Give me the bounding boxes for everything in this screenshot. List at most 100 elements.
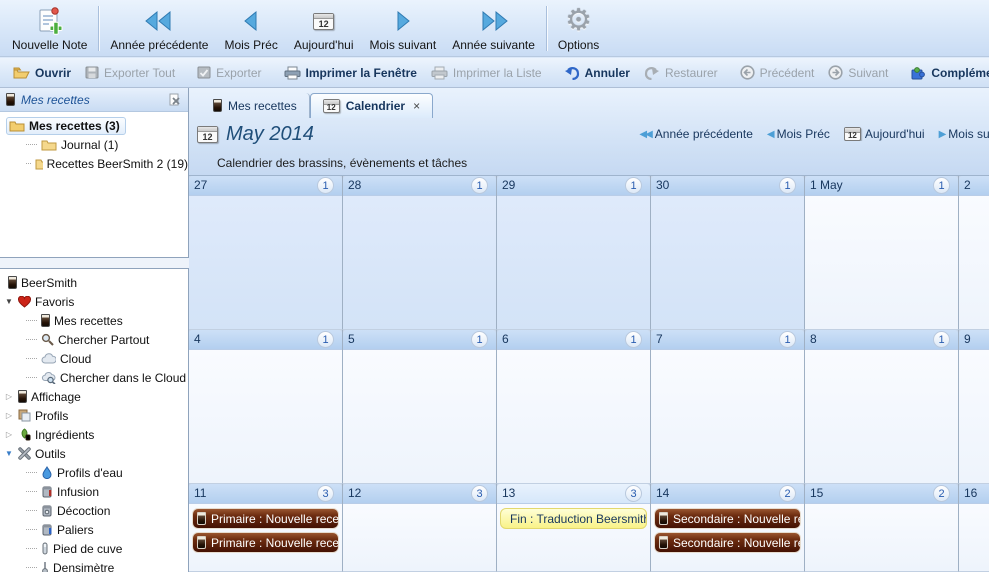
calendar-day-cell[interactable]: 113 Primaire : Nouvelle recette Primaire… [189, 484, 343, 572]
calendar-event[interactable]: Primaire : Nouvelle recette [192, 508, 339, 529]
save-icon [85, 66, 99, 79]
calendar-day-cell[interactable]: 9 [959, 330, 989, 484]
calendar-day-cell-today[interactable]: 133 Fin : Traduction Beersmith [497, 484, 651, 572]
calendar-event[interactable]: Primaire : Nouvelle recette [192, 532, 339, 553]
event-count-badge: 1 [779, 177, 796, 194]
expander-open-icon[interactable]: ▼ [4, 297, 14, 306]
circle-arrow-right-icon [828, 65, 843, 80]
tree-item-cloud[interactable]: Cloud [0, 349, 188, 368]
calendar-header: Mes recettes 12 Calendrier × 12 May 2014… [189, 88, 989, 176]
undo-button[interactable]: Annuler [557, 63, 637, 83]
nav-previous-month[interactable]: ◀ Mois Préc [767, 127, 830, 141]
close-panel-icon[interactable] [168, 93, 182, 107]
previous-month-button[interactable]: Mois Préc [216, 2, 285, 55]
addons-label: Compléments [931, 66, 989, 80]
next-month-button[interactable]: Mois suivant [361, 2, 444, 55]
tree-item-beersmith[interactable]: BeerSmith [0, 273, 188, 292]
new-note-button[interactable]: Nouvelle Note [4, 2, 95, 55]
calendar-event[interactable]: Fin : Traduction Beersmith [500, 508, 647, 529]
calendar-day-cell[interactable]: 301 [651, 176, 805, 330]
addons-button[interactable]: Compléments [903, 63, 989, 83]
tree-item-ingredients[interactable]: ▷ Ingrédients [0, 425, 188, 444]
tree-item-label: Densimètre [53, 561, 114, 572]
event-count-badge: 2 [933, 485, 950, 502]
today-button[interactable]: 12 Aujourd'hui [286, 2, 362, 55]
arrow-left-icon: ◀ [767, 129, 773, 140]
tree-item-label: Décoction [57, 504, 110, 518]
calendar-day-cell[interactable]: 142 Secondaire : Nouvelle recette Second… [651, 484, 805, 572]
tab-label: Calendrier [346, 99, 405, 113]
calendar-icon: 12 [844, 127, 861, 141]
folder-icon [35, 157, 42, 170]
tree-item-profils[interactable]: ▷ Profils [0, 406, 188, 425]
calendar-day-cell[interactable]: 16 [959, 484, 989, 572]
tab-mes-recettes[interactable]: Mes recettes [201, 93, 310, 118]
tab-calendrier[interactable]: 12 Calendrier × [310, 93, 433, 118]
options-button[interactable]: ⚙ Options [550, 2, 607, 55]
calendar-event[interactable]: Secondaire : Nouvelle recette [654, 532, 801, 553]
tree-item-label: Chercher dans le Cloud [60, 371, 186, 385]
calendar-day-cell[interactable]: 281 [343, 176, 497, 330]
calendar-day-cell[interactable]: 123 [343, 484, 497, 572]
tree-item-infusion[interactable]: Infusion [0, 482, 188, 501]
tree-item-decoction[interactable]: Décoction [0, 501, 188, 520]
nav-today[interactable]: 12 Aujourd'hui [844, 127, 925, 141]
tree-item-densimetre[interactable]: Densimètre [0, 558, 188, 572]
calendar-day-cell[interactable]: 1 May1 [805, 176, 959, 330]
calendar-icon: 12 [323, 99, 340, 113]
print-window-button[interactable]: Imprimer la Fenêtre [277, 63, 424, 83]
calendar-day-cell[interactable]: 51 [343, 330, 497, 484]
tree-item-favoris[interactable]: ▼ Favoris [0, 292, 188, 311]
navigation-panel: BeerSmith ▼ Favoris Mes recettes Cherche… [0, 268, 189, 572]
previous-year-label: Année précédente [110, 38, 208, 52]
calendar-day-cell[interactable]: 271 [189, 176, 343, 330]
tree-item-profils-eau[interactable]: Profils d'eau [0, 463, 188, 482]
tree-item-chercher-partout[interactable]: Chercher Partout [0, 330, 188, 349]
gear-icon: ⚙ [565, 4, 592, 38]
new-note-icon [35, 4, 65, 38]
beer-glass-icon [197, 512, 206, 525]
tree-item-outils[interactable]: ▼ Outils [0, 444, 188, 463]
event-count-badge: 3 [625, 485, 642, 502]
nav-next-month[interactable]: ▶ Mois suivant [939, 127, 989, 141]
calendar-day-cell[interactable]: 152 [805, 484, 959, 572]
tree-item-journal[interactable]: Journal (1) [0, 135, 188, 154]
tree-item-label: Cloud [60, 352, 91, 366]
event-count-badge: 1 [625, 331, 642, 348]
tree-item-label: Pied de cuve [53, 542, 122, 556]
calendar-event[interactable]: Secondaire : Nouvelle recette [654, 508, 801, 529]
expander-open-icon[interactable]: ▼ [4, 449, 14, 458]
calendar-day-cell[interactable]: 2 [959, 176, 989, 330]
expander-closed-icon[interactable]: ▷ [4, 411, 14, 420]
event-count-badge: 1 [933, 331, 950, 348]
print-window-label: Imprimer la Fenêtre [306, 66, 417, 80]
calendar-day-cell[interactable]: 61 [497, 330, 651, 484]
nav-previous-year[interactable]: ◀◀ Année précédente [639, 127, 752, 141]
calendar-day-cell[interactable]: 81 [805, 330, 959, 484]
previous-year-button[interactable]: Année précédente [102, 2, 216, 55]
tree-item-paliers[interactable]: Paliers [0, 520, 188, 539]
arrow-right-icon [394, 4, 412, 38]
tree-guide [26, 510, 37, 511]
tree-item-mes-recettes-root[interactable]: Mes recettes (3) [0, 116, 188, 135]
tree-item-pied-de-cuve[interactable]: Pied de cuve [0, 539, 188, 558]
tab-close-icon[interactable]: × [413, 99, 420, 113]
tree-item-recettes-beersmith2[interactable]: Recettes BeerSmith 2 (19) [0, 154, 188, 173]
tree-item-affichage[interactable]: ▷ Affichage [0, 387, 188, 406]
calendar-day-cell[interactable]: 71 [651, 330, 805, 484]
expander-closed-icon[interactable]: ▷ [4, 430, 14, 439]
expander-closed-icon[interactable]: ▷ [4, 392, 14, 401]
tree-item-mes-recettes[interactable]: Mes recettes [0, 311, 188, 330]
tree-item-label: BeerSmith [21, 276, 77, 290]
tree-item-chercher-cloud[interactable]: Chercher dans le Cloud [0, 368, 188, 387]
open-button[interactable]: Ouvrir [6, 63, 78, 83]
next-year-button[interactable]: Année suivante [444, 2, 543, 55]
toolbar-separator [546, 6, 547, 51]
printer-icon [284, 66, 301, 80]
calendar-day-cell[interactable]: 291 [497, 176, 651, 330]
previous-button: Précédent [733, 62, 822, 83]
calendar-day-cell[interactable]: 41 [189, 330, 343, 484]
calendar-icon: 12 [197, 126, 218, 143]
tree-guide [26, 548, 37, 549]
event-label: Primaire : Nouvelle recette [211, 512, 339, 526]
